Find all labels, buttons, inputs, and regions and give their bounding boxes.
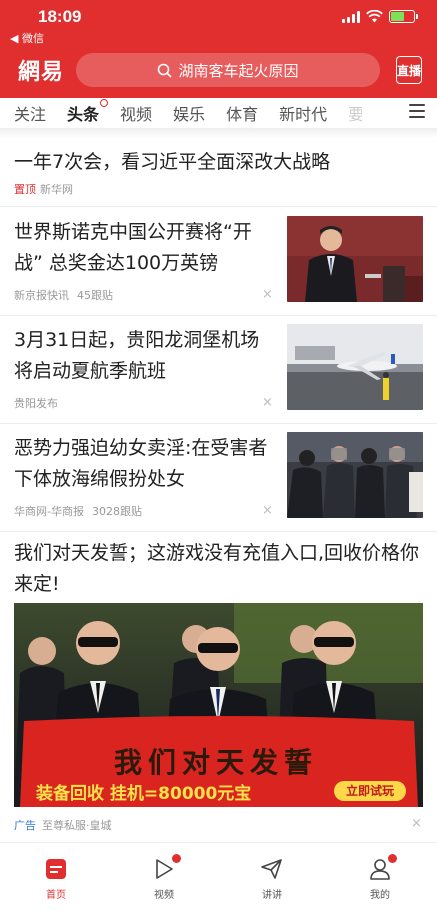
profile-badge-dot	[388, 854, 397, 863]
wifi-icon	[366, 10, 383, 23]
video-badge-dot	[172, 854, 181, 863]
ad-title[interactable]: 我们对天发誓；这游戏没有充值入口,回收价格你来定!	[14, 538, 424, 600]
ad-banner-image[interactable]: 我们对天发誓 装备回收 挂机=80000元宝 立即试玩	[14, 603, 423, 807]
news-title: 3月31日起，贵阳龙洞堡机场将启动夏航季航班	[14, 329, 260, 382]
nav-profile[interactable]: 我的	[350, 854, 410, 901]
dismiss-icon[interactable]: ×	[262, 503, 273, 518]
tab-video[interactable]: 视频	[120, 101, 152, 125]
tab-entertainment[interactable]: 娱乐	[173, 101, 205, 125]
tab-sports[interactable]: 体育	[226, 101, 258, 125]
ad-cta-button[interactable]: 立即试玩	[334, 781, 406, 801]
bottom-nav: 首页 视频 讲讲 我的	[0, 842, 437, 922]
top-header: 18:09 ◀ 微信 網易 湖南客车起火原因 直播	[0, 0, 437, 98]
news-thumbnail	[287, 216, 423, 302]
tab-new-era[interactable]: 新时代	[279, 101, 327, 125]
pinned-label: 置顶	[14, 183, 36, 196]
battery-icon	[389, 10, 418, 23]
channel-tabs: 关注 头条 视频 娱乐 体育 新时代 要	[0, 98, 437, 128]
news-item[interactable]: 世界斯诺克中国公开赛将“开战” 总奖金达100万英镑 新京报快讯 45跟贴 ×	[0, 207, 437, 315]
nav-home-label: 首页	[46, 890, 66, 901]
home-icon	[44, 857, 68, 881]
status-time: 18:09	[38, 7, 82, 26]
app-logo: 網易	[18, 59, 65, 85]
nav-home[interactable]: 首页	[26, 857, 86, 901]
ad-source: 至尊私服·皇城	[42, 819, 112, 832]
news-meta: 新京报快讯 45跟贴	[14, 287, 113, 303]
live-button[interactable]: 直播	[396, 56, 422, 84]
nav-talk[interactable]: 讲讲	[242, 857, 302, 901]
news-meta: 贵阳发布	[14, 395, 58, 411]
ad-label: 广告	[14, 819, 36, 832]
nav-video-label: 视频	[154, 890, 174, 901]
dismiss-icon[interactable]: ×	[262, 395, 273, 410]
paper-plane-icon	[260, 857, 284, 881]
news-title: 世界斯诺克中国公开赛将“开战” 总奖金达100万英镑	[14, 221, 252, 274]
ad-banner-sub-text: 装备回收 挂机=80000元宝	[36, 784, 252, 804]
search-placeholder: 湖南客车起火原因	[178, 61, 299, 80]
search-bar[interactable]: 湖南客车起火原因	[76, 53, 380, 87]
news-follows: 45跟贴	[77, 289, 113, 302]
top-story-source: 新华网	[40, 183, 73, 196]
menu-icon[interactable]	[409, 104, 425, 120]
dismiss-icon[interactable]: ×	[262, 287, 273, 302]
video-play-icon	[152, 854, 181, 881]
top-story-meta: 置顶 新华网	[14, 181, 73, 197]
status-indicators	[342, 10, 418, 23]
nav-video[interactable]: 视频	[134, 854, 194, 901]
tab-headline[interactable]: 头条	[67, 99, 109, 125]
profile-icon	[368, 854, 397, 881]
tab-follow[interactable]: 关注	[14, 101, 46, 125]
signal-icon	[342, 10, 360, 23]
news-source: 贵阳发布	[14, 397, 58, 410]
news-thumbnail	[287, 432, 423, 518]
news-title: 恶势力强迫幼女卖淫:在受害者下体放海绵假扮处女	[14, 437, 268, 490]
news-follows: 3028跟贴	[91, 505, 142, 518]
news-item[interactable]: 恶势力强迫幼女卖淫:在受害者下体放海绵假扮处女 华商网-华商报 3028跟贴 ×	[0, 423, 437, 531]
tab-more-cut[interactable]: 要	[348, 101, 362, 125]
nav-profile-label: 我的	[370, 890, 390, 901]
ad-banner-main-text: 我们对天发誓	[114, 746, 319, 779]
top-story-title[interactable]: 一年7次会，看习近平全面深改大战略	[14, 147, 330, 174]
news-thumbnail	[287, 324, 423, 410]
new-dot-icon	[100, 99, 109, 107]
search-icon	[158, 63, 173, 78]
news-item[interactable]: 3月31日起，贵阳龙洞堡机场将启动夏航季航班 贵阳发布 ×	[0, 315, 437, 423]
ad-dismiss-icon[interactable]: ×	[411, 816, 422, 831]
news-source: 新京报快讯	[14, 289, 69, 302]
back-to-wechat[interactable]: ◀ 微信	[10, 30, 44, 46]
nav-talk-label: 讲讲	[262, 890, 282, 901]
news-meta: 华商网-华商报 3028跟贴	[14, 503, 142, 519]
news-source: 华商网-华商报	[14, 505, 84, 518]
ad-meta: 广告 至尊私服·皇城	[14, 817, 112, 833]
